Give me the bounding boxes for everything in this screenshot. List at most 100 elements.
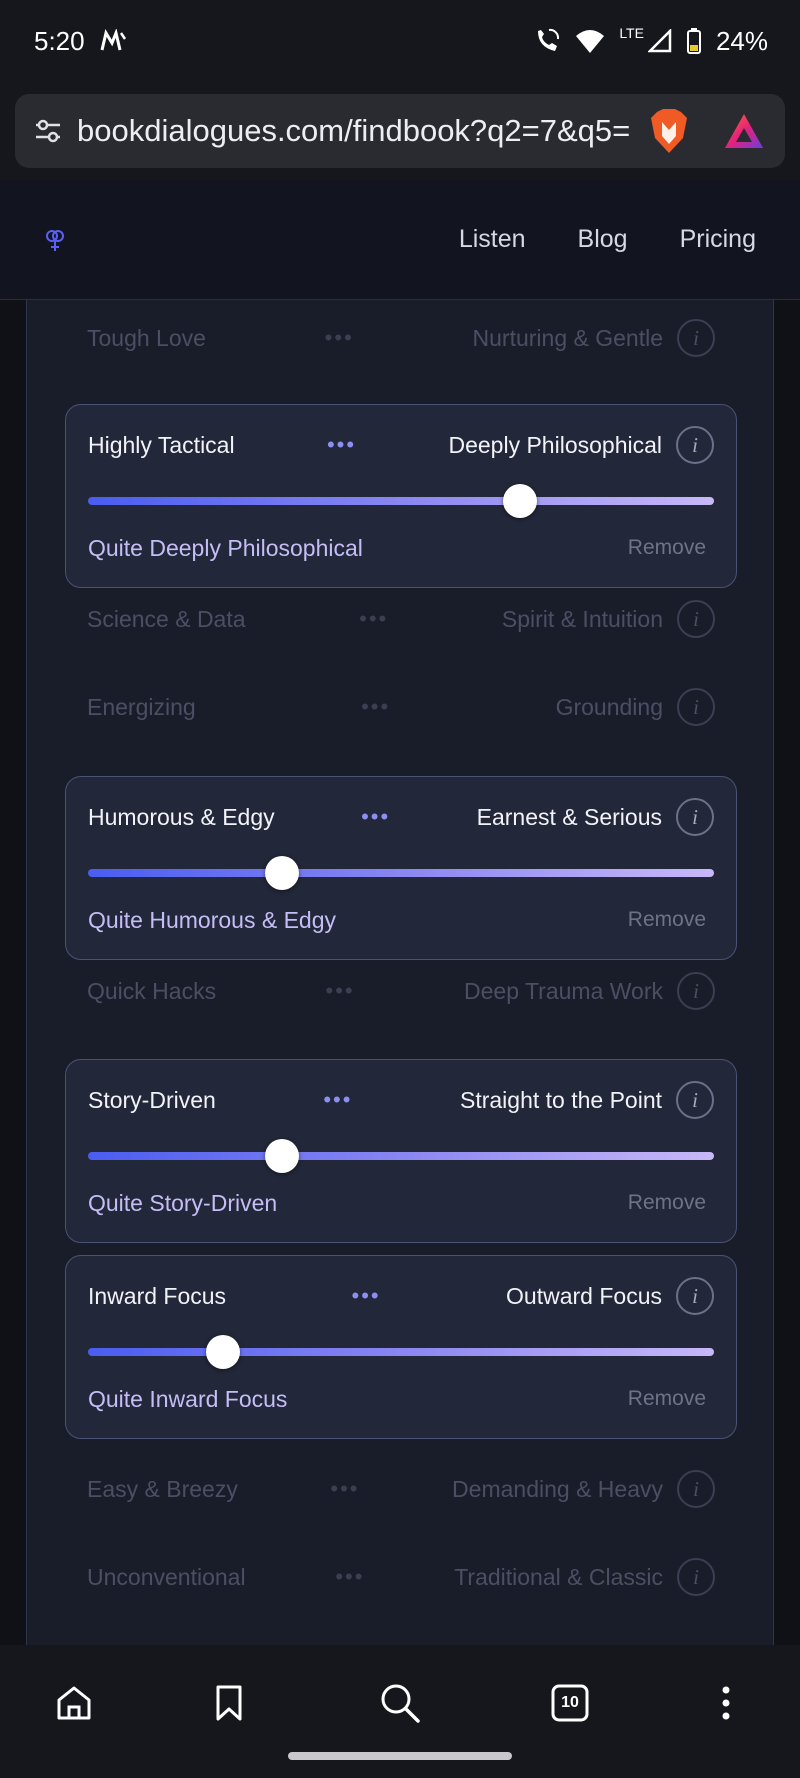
preferences-panel: Tough Love ••• Nurturing & Gentle i Highly T… <box>26 300 774 1645</box>
network-type: LTE <box>619 25 644 41</box>
slider-status: Quite Deeply Philosophical <box>88 534 363 561</box>
preference-row[interactable]: Science & Data ••• Spirit & Intuition i <box>65 581 737 659</box>
preference-row[interactable]: Easy & Breezy ••• Demanding & Heavy i <box>65 1451 737 1529</box>
brave-rewards-icon[interactable] <box>723 112 765 150</box>
slider-thumb[interactable] <box>205 1335 240 1369</box>
preference-row[interactable]: Tough Love ••• Nurturing & Gentle i <box>65 300 737 378</box>
preference-slider[interactable] <box>88 1139 714 1173</box>
more-button[interactable] <box>696 1673 756 1733</box>
dots-icon: ••• <box>330 1476 360 1501</box>
preference-slider[interactable] <box>88 484 714 518</box>
remove-button[interactable]: Remove <box>628 536 706 560</box>
left-label: Energizing <box>87 693 196 720</box>
bookmark-button[interactable] <box>199 1673 259 1733</box>
brave-shields-icon[interactable] <box>649 108 689 154</box>
preference-slider[interactable] <box>88 856 714 890</box>
info-icon[interactable]: i <box>677 972 715 1010</box>
notification-icon <box>99 29 129 53</box>
preference-card[interactable]: Story-Driven ••• Straight to the Point i Qui… <box>65 1059 737 1243</box>
gesture-bar[interactable] <box>288 1752 512 1760</box>
preference-header: Science & Data ••• Spirit & Intuition i <box>87 599 715 639</box>
preference-footer: Quite Story-Driven Remove <box>88 1186 706 1220</box>
tabs-button[interactable]: 10 <box>540 1673 600 1733</box>
preference-row[interactable]: Energizing ••• Grounding i <box>65 669 737 747</box>
slider-status: Quite Humorous & Edgy <box>88 906 337 933</box>
slider-thumb[interactable] <box>265 856 300 890</box>
dots-icon: ••• <box>335 1564 365 1589</box>
preference-header: Tough Love ••• Nurturing & Gentle i <box>87 318 715 358</box>
info-icon[interactable]: i <box>677 688 715 726</box>
preference-card[interactable]: Humorous & Edgy ••• Earnest & Serious i Quit… <box>65 776 737 960</box>
slider-status: Quite Story-Driven <box>88 1189 278 1216</box>
status-bar: 5:20 LTE 24% <box>0 0 800 82</box>
preference-footer: Quite Deeply Philosophical Remove <box>88 531 706 565</box>
right-label: Outward Focus <box>506 1282 662 1309</box>
info-icon[interactable]: i <box>677 319 715 357</box>
battery-level: 24% <box>715 25 768 56</box>
preference-header: Quick Hacks ••• Deep Trauma Work i <box>87 971 715 1011</box>
site-header: Listen Blog Pricing <box>0 180 800 300</box>
right-label: Nurturing & Gentle <box>472 324 663 351</box>
left-label: Easy & Breezy <box>87 1475 238 1502</box>
preference-card[interactable]: Highly Tactical ••• Deeply Philosophical i Q… <box>65 404 737 588</box>
info-icon[interactable]: i <box>677 1470 715 1508</box>
dots-icon: ••• <box>359 606 389 631</box>
signal-icon <box>647 29 672 53</box>
info-icon[interactable]: i <box>676 798 714 836</box>
preference-header: Energizing ••• Grounding i <box>87 687 715 727</box>
preference-row[interactable]: Quick Hacks ••• Deep Trauma Work i <box>65 953 737 1031</box>
right-label: Straight to the Point <box>459 1086 662 1113</box>
dots-icon: ••• <box>326 432 357 457</box>
left-label: Science & Data <box>87 605 246 632</box>
slider-status: Quite Inward Focus <box>88 1385 288 1412</box>
right-label: Traditional & Classic <box>454 1563 663 1590</box>
dots-icon: ••• <box>325 978 355 1003</box>
tabs-count: 10 <box>561 1694 579 1711</box>
info-icon[interactable]: i <box>677 600 715 638</box>
slider-thumb[interactable] <box>502 484 537 518</box>
search-button[interactable] <box>370 1673 430 1733</box>
info-icon[interactable]: i <box>676 1081 714 1119</box>
preference-slider[interactable] <box>88 1335 714 1369</box>
left-label: Story-Driven <box>88 1086 216 1113</box>
nav-pricing[interactable]: Pricing <box>680 225 756 254</box>
address-bar[interactable]: bookdialogues.com/findbook?q2=7&q5= <box>15 94 785 168</box>
search-icon <box>379 1682 421 1724</box>
right-label: Deeply Philosophical <box>448 431 662 458</box>
preference-header: Story-Driven ••• Straight to the Point i <box>88 1080 714 1120</box>
right-label: Grounding <box>555 693 663 720</box>
wifi-icon <box>575 28 605 54</box>
left-label: Unconventional <box>87 1563 246 1590</box>
preference-card[interactable]: Inward Focus ••• Outward Focus i Quite Inwar… <box>65 1255 737 1439</box>
slider-thumb[interactable] <box>265 1139 300 1173</box>
home-icon <box>55 1684 93 1722</box>
logo-icon[interactable] <box>44 227 66 253</box>
dots-icon: ••• <box>361 804 391 829</box>
remove-button[interactable]: Remove <box>628 1191 706 1215</box>
url-text[interactable]: bookdialogues.com/findbook?q2=7&q5= <box>77 113 635 149</box>
info-icon[interactable]: i <box>676 1277 714 1315</box>
left-label: Highly Tactical <box>88 431 235 458</box>
right-label: Earnest & Serious <box>476 803 662 830</box>
nav-listen[interactable]: Listen <box>459 225 526 254</box>
site-nav: Listen Blog Pricing <box>459 225 756 254</box>
remove-button[interactable]: Remove <box>628 908 706 932</box>
preference-header: Highly Tactical ••• Deeply Philosophical i <box>88 425 714 465</box>
preference-row[interactable]: Unconventional ••• Traditional & Classic i <box>65 1539 737 1617</box>
home-button[interactable] <box>44 1673 104 1733</box>
right-label: Deep Trauma Work <box>464 977 663 1004</box>
nav-blog[interactable]: Blog <box>578 225 628 254</box>
info-icon[interactable]: i <box>676 426 714 464</box>
preference-header: Inward Focus ••• Outward Focus i <box>88 1276 714 1316</box>
preference-header: Humorous & Edgy ••• Earnest & Serious i <box>88 797 714 837</box>
left-label: Inward Focus <box>88 1282 227 1309</box>
tabs-icon: 10 <box>550 1683 590 1723</box>
browser-toolbar: bookdialogues.com/findbook?q2=7&q5= <box>0 82 800 180</box>
clock: 5:20 <box>34 25 85 56</box>
remove-button[interactable]: Remove <box>628 1387 706 1411</box>
more-icon <box>720 1685 732 1721</box>
info-icon[interactable]: i <box>677 1558 715 1596</box>
left-label: Tough Love <box>87 324 206 351</box>
wifi-calling-icon <box>533 27 561 55</box>
site-settings-icon[interactable] <box>33 116 63 146</box>
